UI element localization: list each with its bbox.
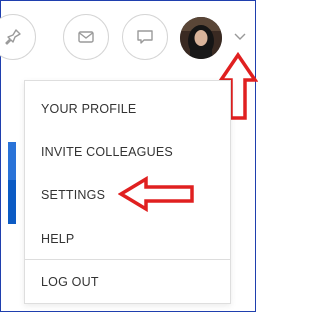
background-panel-edge [8,142,16,224]
mail-icon [78,31,94,43]
chat-icon [137,30,153,44]
menu-item-log-out[interactable]: LOG OUT [41,275,99,289]
background-panel-edge-dark [8,180,16,224]
chat-button[interactable] [122,14,168,60]
chevron-down-icon[interactable] [234,33,246,41]
mail-button[interactable] [63,14,109,60]
pin-icon [5,29,21,45]
menu-item-your-profile[interactable]: YOUR PROFILE [41,102,136,116]
menu-item-settings[interactable]: SETTINGS [41,188,105,202]
user-avatar[interactable] [180,17,222,59]
menu-item-help[interactable]: HELP [41,232,74,246]
menu-divider [25,259,230,260]
red-left-arrow-annotation [118,176,194,212]
avatar-image [180,17,222,59]
menu-item-invite-colleagues[interactable]: INVITE COLLEAGUES [41,145,173,159]
